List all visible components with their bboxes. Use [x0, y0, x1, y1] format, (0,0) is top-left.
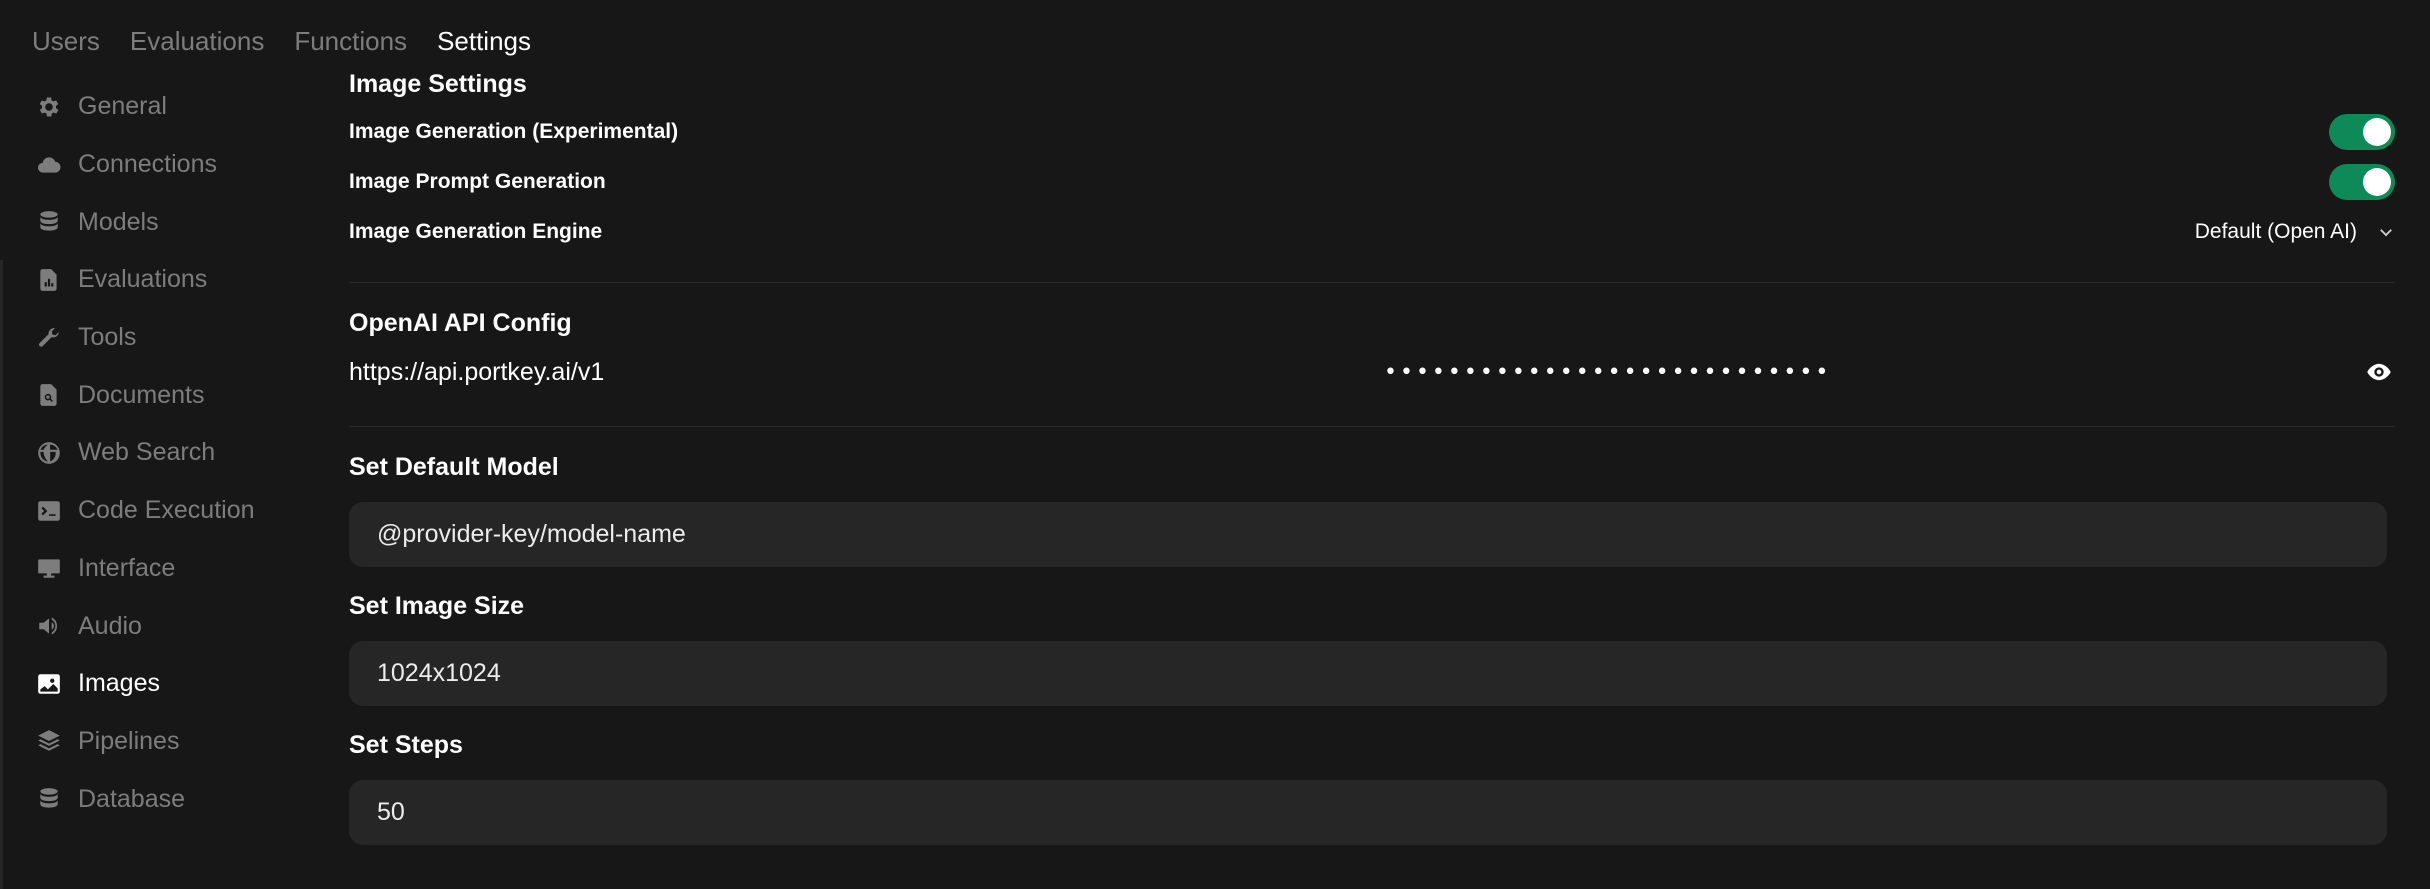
steps-input[interactable]: 50	[349, 780, 2387, 845]
sidebar-item-label: Pipelines	[78, 726, 180, 755]
image-generation-label: Image Generation (Experimental)	[349, 120, 679, 143]
prompt-generation-toggle[interactable]	[2329, 164, 2395, 200]
divider	[349, 426, 2395, 427]
sidebar-item-documents[interactable]: Documents	[34, 366, 294, 424]
stack-icon	[34, 726, 64, 756]
default-model-label: Set Default Model	[349, 453, 559, 481]
sidebar-item-web-search[interactable]: Web Search	[34, 424, 294, 482]
terminal-icon	[34, 496, 64, 526]
monitor-icon	[34, 553, 64, 583]
sidebar-item-label: Tools	[78, 323, 137, 352]
section-title-image-settings: Image Settings	[349, 70, 527, 98]
prompt-generation-label: Image Prompt Generation	[349, 170, 606, 193]
sidebar-item-general[interactable]: General	[34, 78, 294, 136]
sidebar-item-label: Database	[78, 784, 186, 813]
wrench-icon	[34, 323, 64, 353]
admin-top-nav: Users Evaluations Functions Settings	[32, 26, 531, 57]
image-generation-row: Image Generation (Experimental)	[349, 107, 2395, 157]
image-generation-toggle[interactable]	[2329, 114, 2395, 150]
tab-functions[interactable]: Functions	[294, 26, 407, 57]
settings-sidebar: General Connections Models Evaluations T…	[34, 78, 294, 828]
sidebar-item-models[interactable]: Models	[34, 193, 294, 251]
globe-icon	[34, 438, 64, 468]
sidebar-item-label: Interface	[78, 553, 176, 582]
section-title-openai-config: OpenAI API Config	[349, 309, 572, 337]
sidebar-item-label: Documents	[78, 380, 205, 409]
sidebar-item-label: Models	[78, 207, 159, 236]
api-key-input[interactable]	[1384, 359, 2084, 385]
steps-label: Set Steps	[349, 731, 463, 759]
window-edge	[0, 260, 3, 889]
tab-evaluations[interactable]: Evaluations	[130, 26, 264, 57]
chevron-down-icon	[2380, 229, 2392, 237]
default-model-input[interactable]: @provider-key/model-name	[349, 502, 2387, 567]
sidebar-item-connections[interactable]: Connections	[34, 136, 294, 194]
api-config-row: https://api.portkey.ai/v1	[349, 344, 2395, 400]
document-search-icon	[34, 380, 64, 410]
sidebar-item-audio[interactable]: Audio	[34, 597, 294, 655]
engine-select[interactable]: Default (Open AI)	[2195, 220, 2395, 244]
cloud-icon	[34, 150, 64, 180]
sidebar-item-label: Web Search	[78, 438, 216, 467]
prompt-generation-row: Image Prompt Generation	[349, 157, 2395, 207]
engine-row: Image Generation Engine Default (Open AI…	[349, 207, 2395, 257]
eye-icon[interactable]	[2365, 358, 2395, 388]
image-settings-panel: Image Settings Image Generation (Experim…	[349, 70, 2395, 845]
sidebar-item-interface[interactable]: Interface	[34, 540, 294, 598]
speaker-icon	[34, 611, 64, 641]
database-icon	[34, 207, 64, 237]
document-chart-icon	[34, 265, 64, 295]
sidebar-item-code-execution[interactable]: Code Execution	[34, 482, 294, 540]
tab-settings[interactable]: Settings	[437, 26, 531, 57]
engine-label: Image Generation Engine	[349, 220, 603, 243]
sidebar-item-label: Images	[78, 669, 160, 698]
database-icon	[34, 784, 64, 814]
sidebar-item-label: Code Execution	[78, 496, 255, 525]
sidebar-item-images[interactable]: Images	[34, 655, 294, 713]
tab-users[interactable]: Users	[32, 26, 100, 57]
sidebar-item-label: General	[78, 92, 167, 121]
image-icon	[34, 669, 64, 699]
sidebar-item-database[interactable]: Database	[34, 770, 294, 828]
divider	[349, 282, 2395, 283]
sidebar-item-label: Audio	[78, 611, 142, 640]
sidebar-item-evaluations[interactable]: Evaluations	[34, 251, 294, 309]
sidebar-item-label: Evaluations	[78, 265, 208, 294]
image-size-input[interactable]: 1024x1024	[349, 641, 2387, 706]
sidebar-item-label: Connections	[78, 150, 217, 179]
api-base-url-input[interactable]: https://api.portkey.ai/v1	[349, 358, 1384, 387]
sidebar-item-tools[interactable]: Tools	[34, 309, 294, 367]
gear-icon	[34, 92, 64, 122]
engine-value: Default (Open AI)	[2194, 220, 2357, 243]
sidebar-item-pipelines[interactable]: Pipelines	[34, 713, 294, 771]
image-size-label: Set Image Size	[349, 592, 525, 620]
